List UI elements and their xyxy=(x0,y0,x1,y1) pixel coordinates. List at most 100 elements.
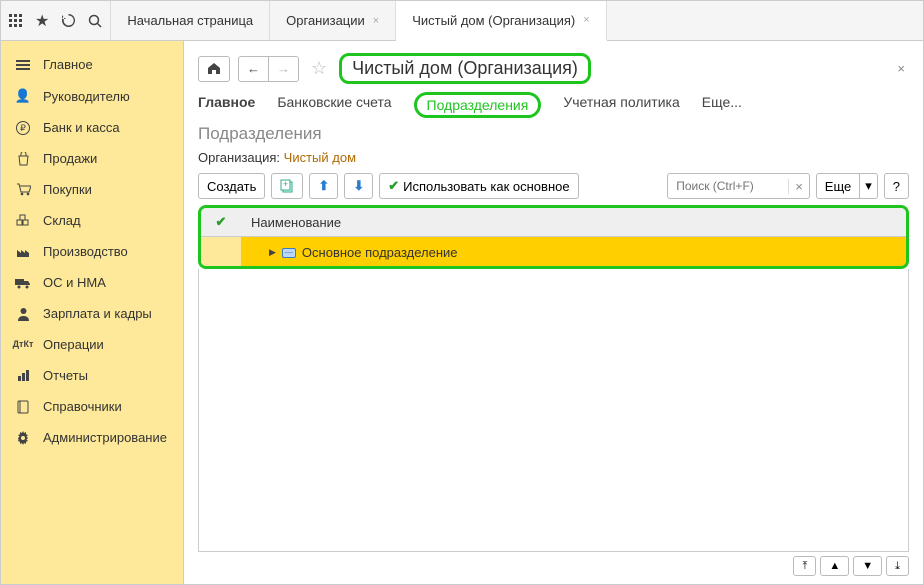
sidebar-item-references[interactable]: Справочники xyxy=(1,391,183,422)
sidebar-item-sales[interactable]: Продажи xyxy=(1,143,183,174)
sidebar-item-label: Продажи xyxy=(43,151,97,166)
section-tabs: Главное Банковские счета Подразделения У… xyxy=(198,92,909,118)
tab-organizations[interactable]: Организации × xyxy=(270,1,396,40)
sidebar: Главное 👤 Руководителю ₽ Банк и касса Пр… xyxy=(1,41,184,584)
boxes-icon xyxy=(15,214,31,227)
section-tab-bank-accounts[interactable]: Банковские счета xyxy=(277,92,391,118)
col-name[interactable]: Наименование xyxy=(241,208,906,237)
section-tab-more[interactable]: Еще... xyxy=(702,92,742,118)
home-button[interactable] xyxy=(198,56,230,82)
user-icon xyxy=(15,307,31,321)
sidebar-item-label: Зарплата и кадры xyxy=(43,306,152,321)
tab-organization-detail[interactable]: Чистый дом (Организация) × xyxy=(396,1,606,41)
sidebar-item-hr[interactable]: Зарплата и кадры xyxy=(1,298,183,329)
truck-icon xyxy=(15,277,31,289)
table-empty-space xyxy=(198,269,909,552)
sidebar-item-purchases[interactable]: Покупки xyxy=(1,174,183,205)
scroll-bottom-button[interactable]: ⤓ xyxy=(886,556,909,576)
sidebar-item-admin[interactable]: Администрирование xyxy=(1,422,183,453)
sidebar-item-assets[interactable]: ОС и НМА xyxy=(1,267,183,298)
row-name: Основное подразделение xyxy=(302,245,458,260)
sidebar-item-label: Операции xyxy=(43,337,104,352)
close-icon[interactable]: × xyxy=(373,15,379,27)
toolbar: Создать + ⬆ ⬇ ✔ Использовать как основно… xyxy=(198,173,909,199)
use-as-main-button[interactable]: ✔ Использовать как основное xyxy=(379,173,578,199)
star-icon[interactable]: ★ xyxy=(35,11,49,31)
folder-icon: — xyxy=(282,248,296,258)
row-name-cell[interactable]: ▶ — Основное подразделение xyxy=(241,237,906,267)
search-icon[interactable] xyxy=(88,14,102,28)
org-value[interactable]: Чистый дом xyxy=(284,150,356,165)
sidebar-item-reports[interactable]: Отчеты xyxy=(1,360,183,391)
topbar: ★ Начальная страница Организации × Чисты… xyxy=(1,1,923,41)
gear-icon xyxy=(15,431,31,445)
back-button[interactable]: ← xyxy=(238,56,269,82)
scroll-up-button[interactable]: ▲ xyxy=(820,556,849,576)
favorite-star-icon[interactable]: ☆ xyxy=(311,58,327,79)
svg-text:+: + xyxy=(283,179,288,189)
sidebar-item-production[interactable]: Производство xyxy=(1,236,183,267)
header-row: ← → ☆ Чистый дом (Организация) × xyxy=(198,53,909,84)
sidebar-item-label: Руководителю xyxy=(43,89,130,104)
col-check[interactable]: ✔ xyxy=(201,208,241,237)
row-check-cell xyxy=(201,237,241,267)
more-button[interactable]: Еще xyxy=(816,173,860,199)
ruble-icon: ₽ xyxy=(15,121,31,135)
help-button[interactable]: ? xyxy=(884,173,909,199)
svg-text:₽: ₽ xyxy=(20,123,26,133)
close-page-button[interactable]: × xyxy=(893,61,909,76)
sidebar-item-label: Покупки xyxy=(43,182,92,197)
org-line: Организация: Чистый дом xyxy=(198,150,909,165)
history-icon[interactable] xyxy=(61,13,76,28)
topbar-icon-group: ★ xyxy=(1,1,111,40)
move-up-button[interactable]: ⬆ xyxy=(309,173,338,199)
sidebar-item-operations[interactable]: ДтКт Операции xyxy=(1,329,183,360)
forward-button[interactable]: → xyxy=(268,56,299,82)
section-tab-accounting-policy[interactable]: Учетная политика xyxy=(563,92,679,118)
footer-nav: ⤒ ▲ ▼ ⤓ xyxy=(198,552,909,576)
factory-icon xyxy=(15,245,31,258)
sidebar-item-bank[interactable]: ₽ Банк и касса xyxy=(1,112,183,143)
sidebar-item-label: ОС и НМА xyxy=(43,275,106,290)
sidebar-item-label: Склад xyxy=(43,213,81,228)
close-icon[interactable]: × xyxy=(583,14,589,26)
tab-home[interactable]: Начальная страница xyxy=(111,1,270,40)
more-dropdown-button[interactable]: ▾ xyxy=(859,173,878,199)
table-row[interactable]: ▶ — Основное подразделение xyxy=(201,237,906,267)
clear-search-icon[interactable]: × xyxy=(788,179,809,194)
more-group: Еще ▾ xyxy=(816,173,878,199)
dk-icon: ДтКт xyxy=(15,340,31,349)
sidebar-item-label: Главное xyxy=(43,57,93,72)
burger-icon xyxy=(15,60,31,70)
sidebar-item-warehouse[interactable]: Склад xyxy=(1,205,183,236)
expand-icon[interactable]: ▶ xyxy=(269,247,276,258)
tab-label: Организации xyxy=(286,13,365,28)
book-icon xyxy=(15,400,31,414)
chart-icon xyxy=(15,369,31,382)
move-down-button[interactable]: ⬇ xyxy=(344,173,373,199)
subtitle: Подразделения xyxy=(198,124,909,144)
nav-group: ← → xyxy=(238,56,299,82)
sidebar-item-label: Отчеты xyxy=(43,368,88,383)
scroll-down-button[interactable]: ▼ xyxy=(853,556,882,576)
section-tab-main[interactable]: Главное xyxy=(198,92,255,118)
sidebar-item-main[interactable]: Главное xyxy=(1,49,183,80)
cart-icon xyxy=(15,183,31,196)
sidebar-item-label: Банк и касса xyxy=(43,120,120,135)
sidebar-item-manager[interactable]: 👤 Руководителю xyxy=(1,80,183,112)
sidebar-item-label: Производство xyxy=(43,244,128,259)
section-tab-departments[interactable]: Подразделения xyxy=(414,92,542,118)
create-button[interactable]: Создать xyxy=(198,173,265,199)
search-input[interactable] xyxy=(668,179,788,193)
org-label: Организация: xyxy=(198,150,280,165)
apps-icon[interactable] xyxy=(9,14,23,28)
scroll-top-button[interactable]: ⤒ xyxy=(793,556,816,576)
departments-table: ✔ Наименование ▶ — Основное подраздел xyxy=(201,208,906,266)
main-area: ← → ☆ Чистый дом (Организация) × Главное… xyxy=(184,41,923,584)
tab-label: Начальная страница xyxy=(127,13,253,28)
copy-button[interactable]: + xyxy=(271,173,303,199)
person-badge-icon: 👤 xyxy=(15,88,31,104)
bag-icon xyxy=(15,152,31,166)
page-title: Чистый дом (Организация) xyxy=(339,53,591,84)
search-field[interactable]: × xyxy=(667,173,810,199)
